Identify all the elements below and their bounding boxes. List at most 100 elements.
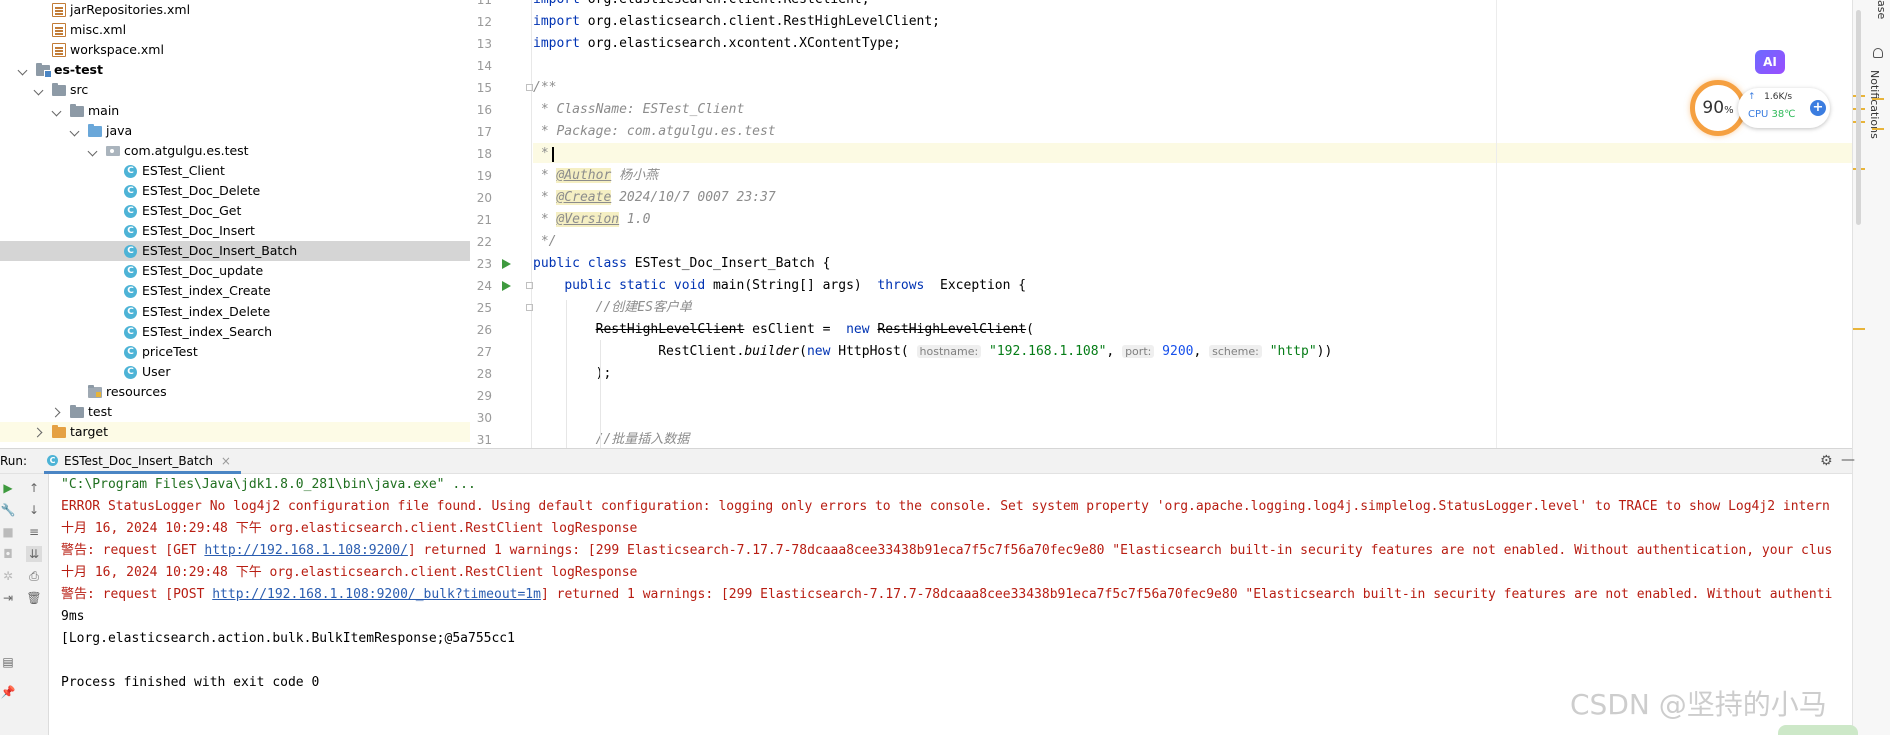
tree-item[interactable]: misc.xml (0, 20, 470, 40)
minimize-icon[interactable]: — (1841, 452, 1855, 468)
error-stripe-mark[interactable] (1872, 128, 1884, 130)
chevron-down-icon[interactable] (70, 126, 80, 136)
stop-icon[interactable]: ■ (0, 524, 16, 540)
tree-item[interactable]: C ESTest_Doc_Delete (0, 181, 470, 201)
class-icon: C (124, 325, 137, 339)
gauge-value: 90 (1702, 98, 1725, 118)
tree-item[interactable]: C ESTest_index_Delete (0, 302, 470, 322)
code-line[interactable]: import org.elasticsearch.xcontent.XConte… (533, 33, 901, 55)
tree-item[interactable]: C ESTest_Doc_Insert (0, 221, 470, 241)
tree-item-label: ESTest_Doc_Get (142, 203, 242, 218)
code-line[interactable]: * Package: com.atgulgu.es.test (533, 121, 776, 143)
line-number: 18 (476, 147, 492, 161)
tree-item[interactable]: C ESTest_Doc_Insert_Batch (0, 241, 470, 262)
line-number: 20 (476, 191, 492, 205)
exit-icon[interactable]: ⇥ (0, 590, 16, 606)
tree-item-label: jarRepositories.xml (70, 2, 191, 17)
tree-item[interactable]: es-test (0, 60, 470, 80)
chevron-down-icon[interactable] (88, 146, 98, 156)
tree-item[interactable]: C ESTest_Client (0, 161, 470, 181)
code-line[interactable]: //创建ES客户单 (533, 297, 692, 319)
net-speed: ↑ 1.6K/s (1748, 92, 1792, 102)
xml-file-icon (52, 3, 66, 17)
console-line: [Lorg.elasticsearch.action.bulk.BulkItem… (61, 631, 515, 646)
system-monitor-widget[interactable]: 90% ↑ 1.6K/s CPU 38℃ + (1690, 80, 1838, 136)
fold-marker-icon[interactable] (526, 84, 533, 91)
run-gutter-icon[interactable] (502, 259, 511, 269)
layout-icon[interactable]: ▤ (0, 654, 16, 670)
code-line[interactable]: * ClassName: ESTest_Client (533, 99, 745, 121)
console-line: 警告: request [GET http://192.168.1.108:92… (61, 543, 1833, 558)
console-line: "C:\Program Files\Java\jdk1.8.0_281\bin\… (61, 477, 476, 492)
code-line[interactable]: RestClient.builder(new HttpHost( hostnam… (533, 341, 1332, 363)
pin-icon[interactable]: 📌 (0, 684, 16, 700)
rerun-icon[interactable]: ▶ (0, 480, 16, 496)
settings-icon[interactable]: ✲ (0, 568, 16, 584)
tree-item[interactable]: test (0, 402, 470, 422)
code-line[interactable]: */ (533, 231, 557, 253)
code-line[interactable]: RestHighLevelClient esClient = new RestH… (533, 319, 1034, 341)
tree-item[interactable]: target (0, 422, 470, 443)
net-speed-value: 1.6K/s (1764, 92, 1793, 102)
tree-item[interactable]: main (0, 101, 470, 121)
chevron-down-icon[interactable] (52, 106, 62, 116)
code-line[interactable]: import org.elasticsearch.client.RestHigh… (533, 11, 940, 33)
camera-icon[interactable]: ◘ (0, 546, 16, 562)
trash-icon[interactable]: 🗑 (26, 590, 42, 606)
run-tab-label: ESTest_Doc_Insert_Batch (64, 454, 213, 468)
plus-icon[interactable]: + (1810, 100, 1826, 116)
tree-item[interactable]: com.atgulgu.es.test (0, 141, 470, 161)
editor-scrollbar[interactable] (1856, 10, 1861, 225)
tree-item[interactable]: C User (0, 362, 470, 382)
up-arrow-icon[interactable]: ↑ (26, 480, 42, 496)
fold-marker-icon[interactable] (526, 304, 533, 311)
error-stripe-mark[interactable] (1872, 98, 1884, 100)
code-line[interactable]: * @Author 杨小燕 (533, 165, 658, 187)
gauge-unit: % (1724, 105, 1734, 116)
chevron-down-icon[interactable] (18, 65, 28, 75)
code-line[interactable]: //批量插入数据 (533, 429, 690, 448)
tree-item[interactable]: C ESTest_index_Search (0, 322, 470, 342)
code-line[interactable]: public static void main(String[] args) t… (533, 275, 1026, 297)
tree-item[interactable]: resources (0, 382, 470, 402)
tree-item[interactable]: CpriceTest (0, 342, 470, 362)
tree-item-label: ESTest_Doc_update (142, 263, 264, 279)
chevron-down-icon[interactable] (34, 85, 44, 95)
folder-icon (70, 405, 84, 418)
code-line[interactable]: * (533, 143, 549, 165)
tree-item[interactable]: C ESTest_Doc_update (0, 261, 470, 281)
code-line[interactable]: public class ESTest_Doc_Insert_Batch { (533, 253, 830, 275)
chevron-right-icon[interactable] (34, 427, 44, 437)
run-gutter-icon[interactable] (502, 281, 511, 291)
code-line[interactable]: import org.elasticsearch.client.RestClie… (533, 0, 870, 11)
cpu-temp-value: 38℃ (1771, 109, 1796, 120)
folder-icon (70, 103, 84, 117)
gear-icon[interactable]: ⚙ (1820, 453, 1833, 469)
close-icon[interactable]: × (221, 454, 231, 468)
soft-wrap-icon[interactable]: ≡ (26, 524, 42, 540)
code-line[interactable]: * @Create 2024/10/7 0007 23:37 (533, 187, 776, 209)
code-editor[interactable]: import org.elasticsearch.client.RestClie… (533, 0, 1853, 448)
chevron-right-icon[interactable] (52, 407, 62, 417)
database-tab-clipped[interactable]: ase (1875, 0, 1888, 19)
wrench-icon[interactable]: 🔧 (0, 502, 16, 518)
tree-item[interactable]: C ESTest_Doc_Get (0, 201, 470, 221)
code-line[interactable]: * @Version 1.0 (533, 209, 650, 231)
scroll-to-end-icon[interactable]: ⇊ (26, 546, 42, 562)
tree-item[interactable]: jarRepositories.xml (0, 0, 470, 20)
bell-icon[interactable] (1873, 48, 1883, 58)
class-icon: C (124, 365, 137, 379)
code-line[interactable]: /** (533, 77, 556, 99)
tree-item[interactable]: workspace.xml (0, 40, 470, 60)
ai-assistant-button[interactable]: AI (1755, 50, 1785, 74)
tree-item[interactable]: C ESTest_index_Create (0, 281, 470, 301)
line-number: 16 (476, 103, 492, 117)
run-tab[interactable]: C ESTest_Doc_Insert_Batch × (44, 449, 241, 474)
fold-marker-icon[interactable] (526, 282, 533, 289)
tree-item[interactable]: java (0, 121, 470, 141)
error-stripe-mark[interactable] (1853, 328, 1865, 330)
tree-item-label: main (88, 102, 120, 118)
down-arrow-icon[interactable]: ↓ (26, 502, 42, 518)
print-icon[interactable]: ⎙ (26, 568, 42, 584)
tree-item[interactable]: src (0, 80, 470, 100)
